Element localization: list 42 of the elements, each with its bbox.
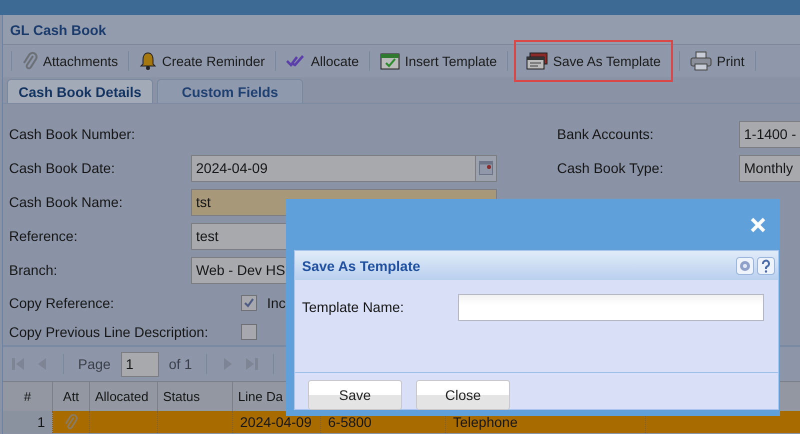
bell-icon — [139, 51, 158, 71]
field-label: Cash Book Date: — [9, 160, 116, 176]
field-label: Template Name: — [302, 298, 405, 317]
dialog-button[interactable]: Close — [416, 380, 510, 410]
checkbox[interactable] — [241, 324, 257, 340]
field-label: Cash Book Name: — [9, 194, 124, 210]
settings-icon[interactable] — [736, 256, 754, 274]
input-field[interactable] — [458, 294, 764, 321]
field-label: Cash Book Type: — [557, 160, 664, 176]
toolbar-button[interactable]: Print — [684, 45, 751, 77]
window-title: GL Cash Book — [10, 22, 106, 38]
toolbar-button[interactable]: Save As Template — [514, 40, 673, 82]
page-input[interactable]: 1 — [120, 352, 159, 376]
input-field[interactable]: 1-1400 - — [739, 120, 800, 148]
field-label: Copy Reference: — [9, 294, 116, 310]
field-label: Cash Book Number: — [9, 126, 136, 142]
field-label: Reference: — [9, 228, 78, 244]
toolbar-button[interactable]: Allocate — [280, 48, 365, 74]
field-label: Copy Previous Line Description: — [9, 324, 210, 340]
tab[interactable]: Custom Fields — [157, 79, 303, 103]
toolbar-button[interactable]: Attachments — [16, 45, 124, 77]
dialog-button[interactable]: Save — [308, 380, 402, 410]
double-check-icon — [286, 54, 306, 68]
page-count: of 1 — [168, 356, 192, 372]
checkbox[interactable] — [241, 294, 257, 310]
field-label: Branch: — [9, 262, 58, 278]
calendar-icon[interactable] — [479, 161, 493, 175]
page-label: Page — [78, 356, 111, 372]
toolbar-button[interactable]: Create Reminder — [133, 45, 271, 77]
field-label: Bank Accounts: — [557, 126, 655, 142]
input-field[interactable]: Monthly — [739, 154, 800, 182]
tab[interactable]: Cash Book Details — [7, 79, 153, 103]
help-icon[interactable] — [757, 256, 775, 274]
dialog-title: Save As Template — [302, 258, 420, 274]
checkbox-label: Inc — [267, 294, 286, 310]
printer-icon — [690, 51, 712, 71]
date-field[interactable]: 2024-04-09 — [191, 154, 497, 182]
paperclip-icon — [22, 51, 38, 71]
toolbar-button[interactable]: Insert Template — [374, 46, 503, 76]
window-icon — [526, 52, 548, 70]
table-cell: 1 — [3, 411, 53, 433]
window-check-icon — [380, 52, 400, 70]
